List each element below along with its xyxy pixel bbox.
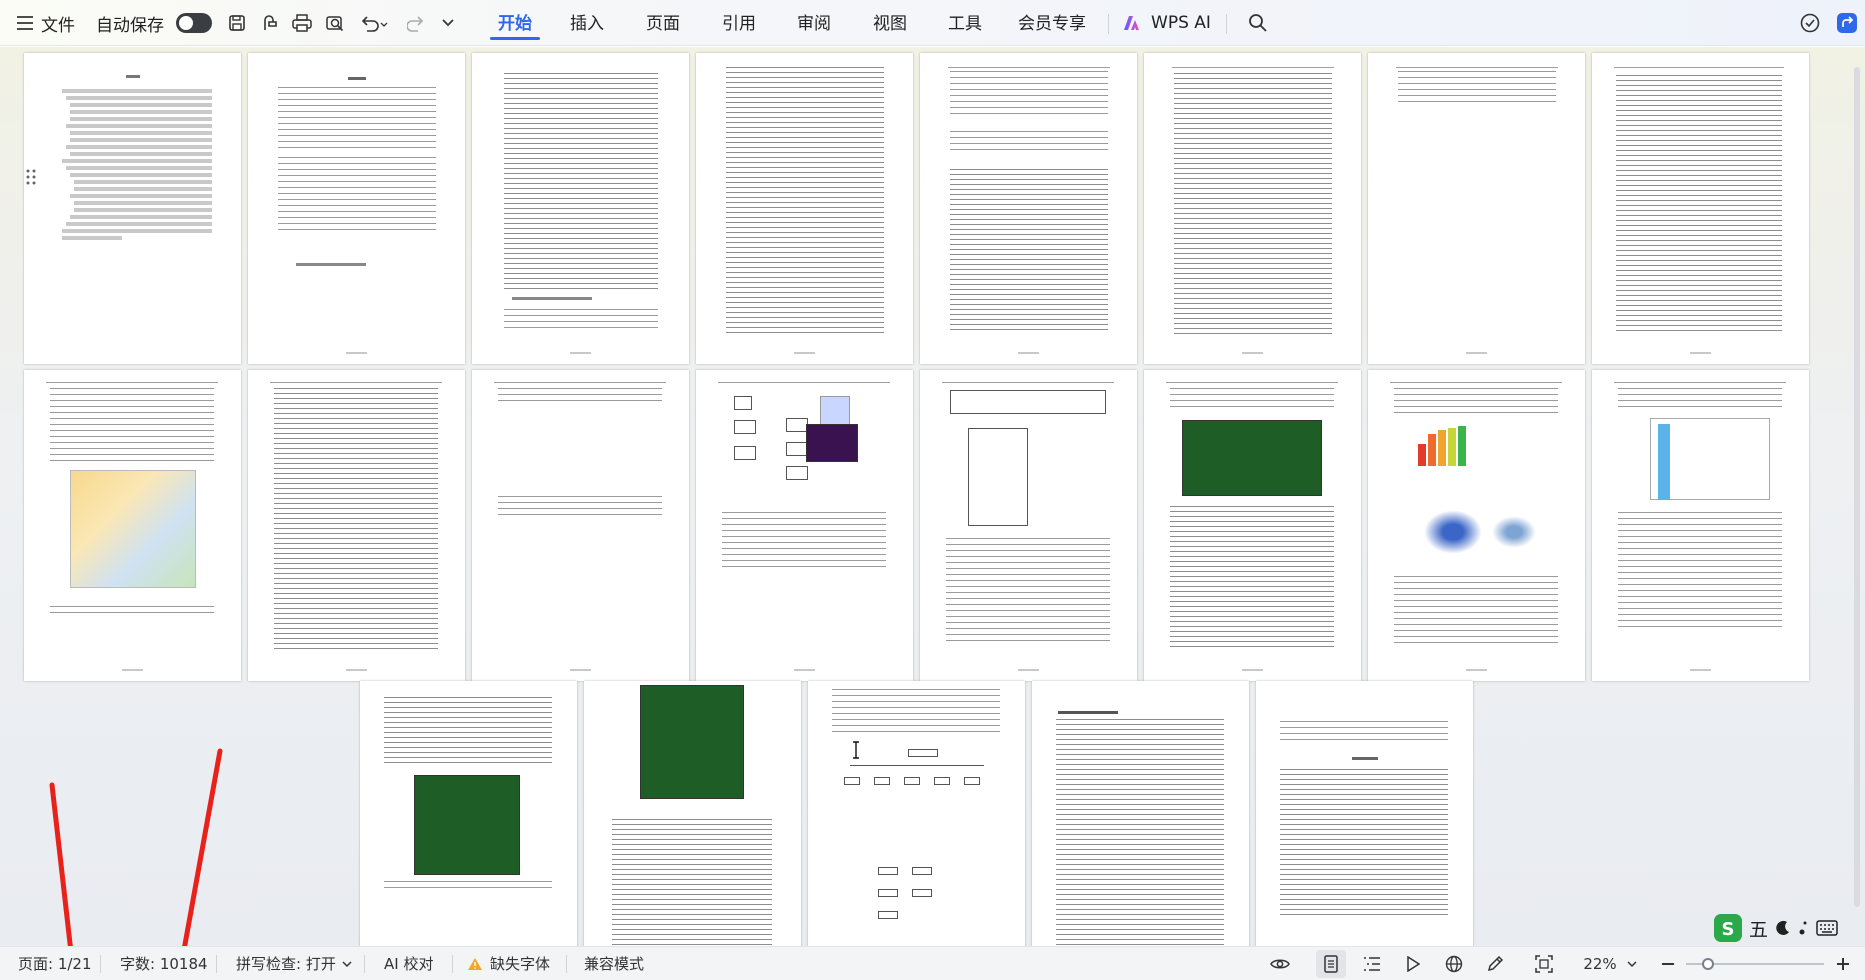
page-thumbnail[interactable] (248, 53, 465, 364)
document-workspace[interactable] (0, 47, 1865, 946)
page-thumbnail[interactable] (248, 370, 465, 681)
wps-ai-logo-icon (1122, 0, 1144, 46)
page-thumbnail[interactable] (24, 370, 241, 681)
print-icon[interactable] (288, 0, 316, 46)
autosave-label: 自动保存 (96, 15, 164, 36)
compat-mode-label[interactable]: 兼容模式 (584, 947, 644, 980)
eye-icon[interactable] (1266, 947, 1294, 980)
export-icon[interactable] (256, 0, 284, 46)
share-icon[interactable] (1832, 0, 1862, 46)
fit-page-icon[interactable] (1530, 947, 1558, 980)
print-preview-icon[interactable] (321, 0, 349, 46)
page-thumbnail[interactable] (1144, 53, 1361, 364)
chevron-down-icon[interactable] (1625, 947, 1639, 980)
spellcheck-status[interactable]: 拼写检查: 打开 (236, 947, 336, 980)
page-thumbnail[interactable] (920, 53, 1137, 364)
menu-icon[interactable] (10, 0, 40, 46)
tab-layout[interactable]: 页面 (638, 0, 688, 46)
zoom-in-icon[interactable] (1830, 947, 1856, 980)
play-icon[interactable] (1399, 947, 1427, 980)
page-thumbnail[interactable] (808, 681, 1025, 946)
toolbar-divider (1108, 14, 1109, 34)
page-thumbnail[interactable] (696, 370, 913, 681)
tab-references[interactable]: 引用 (714, 0, 764, 46)
page-thumbnail[interactable] (1032, 681, 1249, 946)
scrollbar[interactable] (1854, 67, 1860, 907)
tab-home[interactable]: 开始 (490, 0, 540, 46)
undo-icon[interactable] (355, 0, 395, 46)
page-thumbnail[interactable] (472, 370, 689, 681)
ime-toolbar[interactable]: S 五 (1713, 912, 1861, 944)
tab-review[interactable]: 审阅 (789, 0, 839, 46)
tab-tools[interactable]: 工具 (940, 0, 990, 46)
autosave-toggle[interactable] (174, 0, 214, 46)
annotation-arrow-icon (49, 782, 73, 946)
page-thumbnail[interactable] (584, 681, 801, 946)
top-toolbar: 文件 自动保存 开始 插入 页面 引用 审阅 视图 工具 会员专享 WPS AI (0, 0, 1865, 46)
ime-mode-label[interactable]: 五 (1749, 915, 1768, 942)
page-thumbnail[interactable] (1592, 370, 1809, 681)
page-thumbnail[interactable] (24, 53, 241, 364)
page-view-icon[interactable] (1316, 950, 1346, 978)
drag-handle-icon (26, 169, 36, 185)
page-thumbnail[interactable] (696, 53, 913, 364)
outline-icon[interactable] (1358, 947, 1386, 980)
text-cursor-icon (853, 741, 859, 759)
page-thumbnail[interactable] (920, 370, 1137, 681)
zoom-out-icon[interactable] (1656, 947, 1680, 980)
search-icon[interactable] (1243, 0, 1273, 46)
word-count[interactable]: 字数: 10184 (120, 947, 208, 980)
page-thumbnail[interactable] (1368, 53, 1585, 364)
page-thumbnail[interactable] (1368, 370, 1585, 681)
save-icon[interactable] (223, 0, 251, 46)
zoom-slider-handle[interactable] (1702, 958, 1714, 970)
tab-insert[interactable]: 插入 (562, 0, 612, 46)
page-thumbnail[interactable] (472, 53, 689, 364)
zoom-level[interactable]: 22% (1580, 947, 1620, 980)
page-thumbnail[interactable] (1256, 681, 1473, 946)
page-thumbnail[interactable] (1592, 53, 1809, 364)
pen-icon[interactable] (1481, 947, 1509, 980)
wps-ai-button[interactable]: WPS AI (1148, 0, 1214, 46)
file-menu[interactable]: 文件 (38, 0, 78, 46)
page-thumbnail[interactable] (1144, 370, 1361, 681)
missing-font-button[interactable]: 缺失字体 (490, 947, 550, 980)
page-thumbnail[interactable] (360, 681, 577, 946)
moon-icon (1776, 920, 1790, 935)
cloud-sync-icon[interactable] (1795, 0, 1825, 46)
status-bar: 页面: 1/21 字数: 10184 拼写检查: 打开 AI 校对 缺失字体 兼… (0, 946, 1865, 980)
ime-logo-icon: S (1714, 914, 1742, 942)
tab-member[interactable]: 会员专享 (1012, 0, 1092, 46)
tab-view[interactable]: 视图 (865, 0, 915, 46)
toolbar-divider (1226, 14, 1227, 34)
annotation-arrow-icon (182, 748, 223, 946)
more-dropdown-icon[interactable] (434, 0, 462, 46)
punctuation-icon (1799, 921, 1807, 935)
warning-icon (466, 947, 484, 980)
redo-icon[interactable] (402, 0, 430, 46)
web-icon[interactable] (1440, 947, 1468, 980)
ai-proofread-button[interactable]: AI 校对 (384, 947, 433, 980)
svg-text:S: S (1722, 919, 1735, 940)
chevron-down-icon[interactable] (340, 947, 354, 980)
page-indicator[interactable]: 页面: 1/21 (18, 947, 92, 980)
keyboard-icon (1816, 920, 1838, 936)
